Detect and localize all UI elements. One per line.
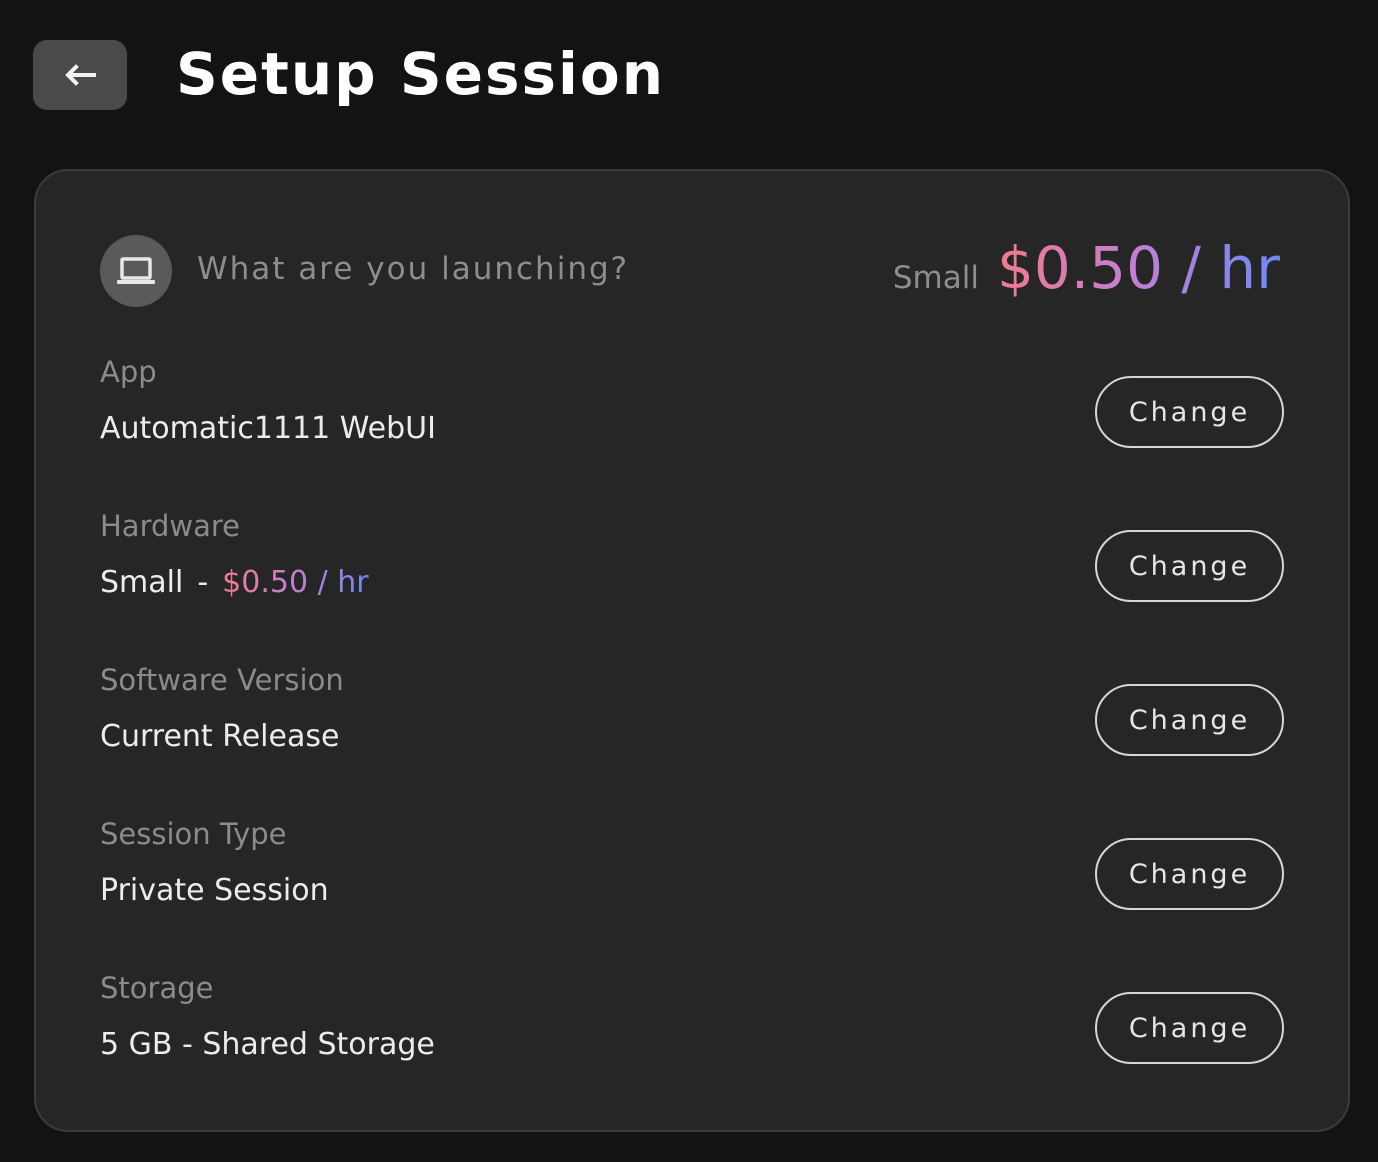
hardware-row: Hardware Small - $0.50 / hr Change — [100, 506, 1284, 616]
session-setup-card: What are you launching? Small $0.50 / hr… — [34, 169, 1350, 1132]
storage-value: 5 GB - Shared Storage — [100, 1027, 435, 1062]
hardware-price: $0.50 / hr — [222, 565, 369, 600]
change-app-button[interactable]: Change — [1095, 376, 1284, 448]
change-storage-button[interactable]: Change — [1095, 992, 1284, 1064]
laptop-icon-badge — [100, 235, 172, 307]
back-button[interactable] — [33, 40, 127, 110]
app-row: App Automatic1111 WebUI Change — [100, 352, 1284, 462]
arrow-left-icon — [65, 64, 96, 86]
hardware-value: Small - $0.50 / hr — [100, 563, 369, 603]
header-price: $0.50 / hr — [996, 234, 1280, 302]
hardware-separator: - — [197, 565, 209, 600]
header-size-label: Small — [892, 260, 979, 296]
software-version-value: Current Release — [100, 719, 340, 754]
app-label: App — [100, 355, 157, 389]
storage-row: Storage 5 GB - Shared Storage Change — [100, 968, 1284, 1078]
software-version-row: Software Version Current Release Change — [100, 660, 1284, 770]
change-hardware-button[interactable]: Change — [1095, 530, 1284, 602]
software-version-label: Software Version — [100, 663, 344, 697]
hardware-size: Small — [100, 565, 184, 600]
header-price-summary: Small $0.50 / hr — [893, 233, 1280, 303]
storage-label: Storage — [100, 971, 214, 1005]
session-type-value: Private Session — [100, 873, 329, 908]
change-software-version-button[interactable]: Change — [1095, 684, 1284, 756]
session-type-row: Session Type Private Session Change — [100, 814, 1284, 924]
app-value: Automatic1111 WebUI — [100, 411, 436, 446]
page-title: Setup Session — [176, 40, 666, 108]
hardware-label: Hardware — [100, 509, 241, 543]
session-type-label: Session Type — [100, 817, 287, 851]
change-session-type-button[interactable]: Change — [1095, 838, 1284, 910]
launch-question: What are you launching? — [197, 251, 630, 287]
laptop-icon — [117, 257, 155, 284]
